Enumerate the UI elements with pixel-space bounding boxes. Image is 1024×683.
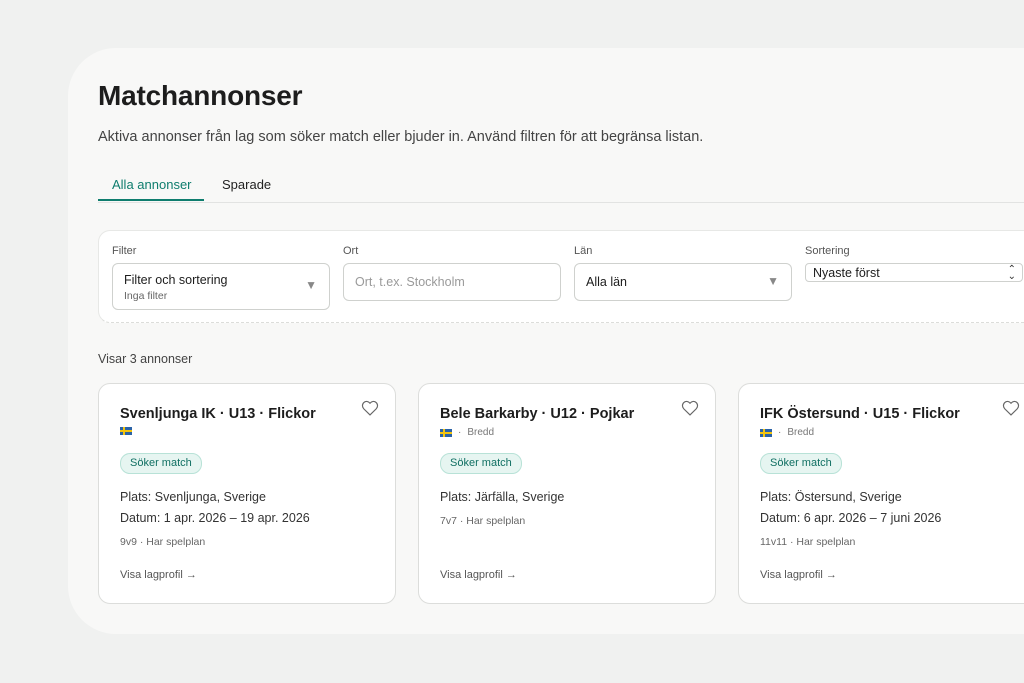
status-badge: Söker match bbox=[440, 453, 522, 474]
sweden-flag-icon bbox=[120, 427, 132, 435]
lan-dropdown[interactable]: Alla län ▼ bbox=[574, 263, 792, 301]
sort-group: Sortering Nyaste först ⌃ ⌄ bbox=[805, 245, 1023, 282]
sort-value: Nyaste först bbox=[813, 266, 880, 280]
caret-down-icon: ▼ bbox=[305, 278, 317, 292]
meta-separator: · bbox=[458, 427, 462, 438]
meta-separator: · bbox=[778, 427, 782, 438]
card-title: Bele Barkarby · U12 · Pojkar bbox=[440, 406, 635, 422]
ort-placeholder: Ort, t.ex. Stockholm bbox=[355, 275, 465, 289]
filter-value: Filter och sortering bbox=[124, 273, 228, 287]
card-date: Datum: 1 apr. 2026 – 19 apr. 2026 bbox=[120, 511, 310, 525]
results-count: Visar 3 annonser bbox=[98, 352, 193, 366]
heart-icon[interactable] bbox=[361, 400, 379, 416]
match-card[interactable]: Bele Barkarby · U12 · Pojkar · Bredd Sök… bbox=[418, 383, 716, 604]
card-title: IFK Östersund · U15 · Flickor bbox=[760, 406, 960, 422]
lan-group: Län Alla län ▼ bbox=[574, 245, 792, 301]
filter-sub: Inga filter bbox=[124, 290, 168, 302]
ort-input[interactable]: Ort, t.ex. Stockholm bbox=[343, 263, 561, 301]
status-badge: Söker match bbox=[760, 453, 842, 474]
heart-icon[interactable] bbox=[681, 400, 699, 416]
sweden-flag-icon bbox=[760, 428, 772, 437]
card-detail: 9v9 · Har spelplan bbox=[120, 536, 206, 548]
sweden-flag-icon bbox=[440, 428, 452, 437]
filter-bar: Filter Filter och sortering Inga filter … bbox=[98, 230, 1024, 323]
card-meta bbox=[120, 427, 132, 435]
heart-icon[interactable] bbox=[1002, 400, 1020, 416]
active-tab-indicator bbox=[98, 199, 204, 201]
caret-down-icon: ▼ bbox=[767, 274, 779, 288]
card-place: Plats: Järfälla, Sverige bbox=[440, 490, 565, 504]
card-detail: 7v7 · Har spelplan bbox=[440, 515, 526, 527]
card-meta: · Bredd bbox=[760, 427, 814, 438]
card-level: Bredd bbox=[787, 427, 815, 438]
page-subtitle: Aktiva annonser från lag som söker match… bbox=[98, 129, 704, 145]
filter-label: Filter bbox=[112, 245, 137, 257]
status-badge: Söker match bbox=[120, 453, 202, 474]
card-detail: 11v11 · Har spelplan bbox=[760, 536, 856, 548]
lan-value: Alla län bbox=[586, 275, 627, 289]
ort-label: Ort bbox=[343, 245, 359, 257]
filter-dropdown[interactable]: Filter och sortering Inga filter ▼ bbox=[112, 263, 330, 310]
view-team-profile-link[interactable]: Visa lagprofil → bbox=[760, 569, 837, 581]
updown-arrows-icon: ⌃ ⌄ bbox=[1007, 264, 1016, 282]
view-team-profile-link[interactable]: Visa lagprofil → bbox=[440, 569, 517, 581]
page-title: Matchannonser bbox=[98, 80, 303, 111]
view-team-profile-link[interactable]: Visa lagprofil → bbox=[120, 569, 197, 581]
match-card[interactable]: IFK Östersund · U15 · Flickor · Bredd Sö… bbox=[738, 383, 1024, 604]
sort-label: Sortering bbox=[805, 245, 850, 257]
card-level: Bredd bbox=[467, 427, 495, 438]
card-date: Datum: 6 apr. 2026 – 7 juni 2026 bbox=[760, 511, 942, 525]
lan-label: Län bbox=[574, 245, 593, 257]
tab-bar: Alla annonser Sparade bbox=[98, 170, 1024, 203]
match-card[interactable]: Svenljunga IK · U13 · Flickor Söker matc… bbox=[98, 383, 396, 604]
card-place: Plats: Svenljunga, Sverige bbox=[120, 490, 266, 504]
card-title: Svenljunga IK · U13 · Flickor bbox=[120, 406, 316, 422]
card-meta: · Bredd bbox=[440, 427, 494, 438]
card-place: Plats: Östersund, Sverige bbox=[760, 490, 902, 504]
sort-select[interactable]: Nyaste först ⌃ ⌄ bbox=[805, 263, 1023, 282]
filter-group: Filter Filter och sortering Inga filter … bbox=[112, 245, 330, 310]
ort-group: Ort Ort, t.ex. Stockholm bbox=[343, 245, 561, 301]
tab-sparade[interactable]: Sparade bbox=[222, 177, 271, 192]
tab-alla-annonser[interactable]: Alla annonser bbox=[112, 177, 192, 192]
